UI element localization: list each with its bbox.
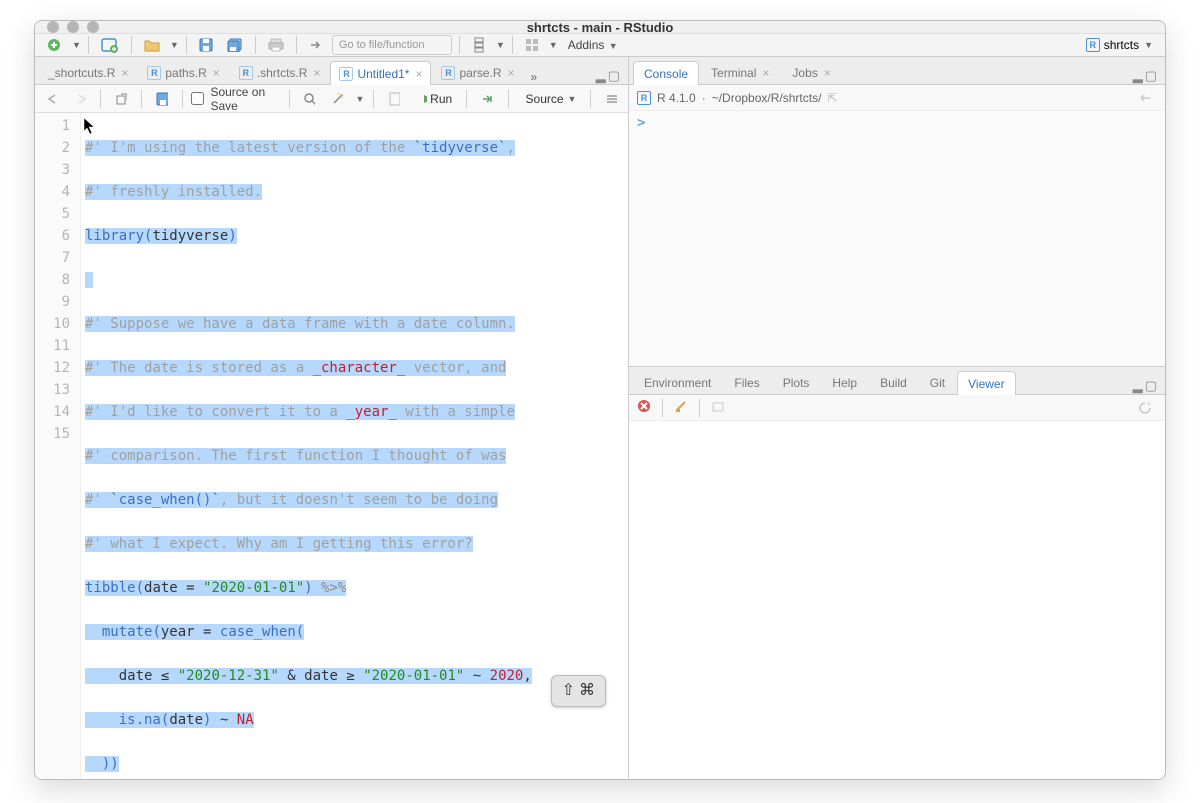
- titlebar: shrtcts - main - RStudio: [35, 21, 1165, 34]
- tab-files[interactable]: Files: [723, 370, 770, 394]
- source-on-save-checkbox[interactable]: [191, 92, 204, 105]
- tab-shrtcts[interactable]: R.shrtcts.R×: [230, 60, 330, 84]
- goto-arrow-icon: [304, 34, 328, 56]
- popout-icon[interactable]: ⇱: [827, 91, 837, 105]
- maximize-pane-icon[interactable]: ▢: [1145, 68, 1157, 84]
- gutter: 1 2 3 4 5 6 7 8 9 10 11 12 13 14 15: [35, 113, 81, 780]
- tab-untitled1[interactable]: RUntitled1*×: [330, 61, 431, 85]
- close-icon[interactable]: ×: [121, 66, 128, 80]
- goto-file-input[interactable]: Go to file/function: [332, 35, 452, 55]
- close-icon[interactable]: ×: [313, 66, 320, 80]
- minimize-pane-icon[interactable]: ▂: [1133, 68, 1143, 84]
- minimize-pane-icon[interactable]: ▂: [1133, 378, 1143, 394]
- main-toolbar: ▼ ▼ Go to file/function ▼: [35, 34, 1165, 57]
- tab-plots[interactable]: Plots: [772, 370, 821, 394]
- remove-viewer-icon[interactable]: [637, 399, 651, 416]
- viewer-body: [629, 421, 1165, 780]
- r-project-icon: R: [1086, 38, 1100, 52]
- working-dir[interactable]: ~/Dropbox/R/shrtcts/: [712, 91, 822, 105]
- open-file-button[interactable]: [139, 34, 165, 56]
- grid-caret[interactable]: ▼: [496, 40, 505, 50]
- console-pane: Console Terminal× Jobs× ▂ ▢ R R 4.1.0 · …: [629, 57, 1165, 367]
- wand-icon[interactable]: [326, 88, 348, 110]
- tab-viewer[interactable]: Viewer: [957, 371, 1015, 395]
- export-viewer-icon[interactable]: [711, 399, 725, 416]
- console-toolbar: R R 4.1.0 · ~/Dropbox/R/shrtcts/ ⇱: [629, 85, 1165, 111]
- back-icon[interactable]: [41, 88, 63, 110]
- source-button[interactable]: Source ▼: [518, 88, 581, 110]
- panes-button[interactable]: [520, 34, 544, 56]
- popout-icon[interactable]: [110, 88, 132, 110]
- tab-environment[interactable]: Environment: [633, 370, 722, 394]
- new-file-button[interactable]: [41, 34, 67, 56]
- clear-console-icon[interactable]: [1133, 87, 1157, 109]
- close-icon[interactable]: ×: [824, 66, 831, 80]
- tab-parse[interactable]: Rparse.R×: [432, 60, 523, 84]
- maximize-pane-icon[interactable]: ▢: [1145, 378, 1157, 394]
- tab-help[interactable]: Help: [821, 370, 868, 394]
- tab-build[interactable]: Build: [869, 370, 918, 394]
- keypress-overlay: ⇧ ⌘: [551, 675, 606, 707]
- more-tabs-icon[interactable]: »: [525, 70, 544, 84]
- right-column: Console Terminal× Jobs× ▂ ▢ R R 4.1.0 · …: [629, 57, 1165, 780]
- save-button[interactable]: [194, 34, 218, 56]
- notebook-icon[interactable]: [383, 88, 405, 110]
- r-file-icon: R: [441, 66, 455, 80]
- addins-menu[interactable]: Addins ▼: [562, 38, 624, 52]
- r-file-icon: R: [239, 66, 253, 80]
- r-file-icon: R: [147, 66, 161, 80]
- r-file-icon: R: [339, 67, 353, 81]
- console-tabs: Console Terminal× Jobs× ▂ ▢: [629, 57, 1165, 85]
- minimize-pane-icon[interactable]: ▂: [596, 68, 606, 84]
- rstudio-window: shrtcts - main - RStudio ▼ ▼ Go to: [34, 20, 1166, 780]
- source-pane: _shortcuts.R× Rpaths.R× R.shrtcts.R× RUn…: [35, 57, 629, 780]
- new-project-button[interactable]: [96, 34, 124, 56]
- open-recent-caret[interactable]: ▼: [170, 40, 179, 50]
- tab-terminal[interactable]: Terminal×: [700, 60, 780, 84]
- maximize-pane-icon[interactable]: ▢: [608, 68, 620, 84]
- outline-icon[interactable]: [600, 88, 622, 110]
- refresh-viewer-icon[interactable]: [1133, 397, 1157, 419]
- find-icon[interactable]: [298, 88, 320, 110]
- clear-viewer-icon[interactable]: [674, 399, 688, 416]
- file-tabs: _shortcuts.R× Rpaths.R× R.shrtcts.R× RUn…: [35, 57, 628, 85]
- console-body[interactable]: >: [629, 111, 1165, 366]
- run-button[interactable]: Run: [417, 88, 457, 110]
- mouse-cursor-icon: [83, 117, 97, 141]
- close-icon[interactable]: ×: [762, 66, 769, 80]
- code-body[interactable]: #' I'm using the latest version of the `…: [81, 113, 628, 780]
- panes-caret[interactable]: ▼: [549, 40, 558, 50]
- r-version: R 4.1.0: [657, 91, 696, 105]
- tab-shortcuts[interactable]: _shortcuts.R×: [39, 60, 137, 84]
- tab-git[interactable]: Git: [919, 370, 956, 394]
- console-prompt: >: [637, 115, 645, 131]
- new-file-caret[interactable]: ▼: [72, 40, 81, 50]
- viewer-pane: Environment Files Plots Help Build Git V…: [629, 367, 1165, 780]
- print-button[interactable]: [263, 34, 289, 56]
- source-on-save-label: Source on Save: [210, 85, 279, 113]
- project-menu[interactable]: R shrtcts ▼: [1080, 38, 1159, 52]
- viewer-toolbar: [629, 395, 1165, 421]
- close-icon[interactable]: ×: [508, 66, 515, 80]
- window-title: shrtcts - main - RStudio: [35, 20, 1165, 35]
- grid-button[interactable]: [467, 34, 491, 56]
- save-file-icon[interactable]: [151, 88, 173, 110]
- save-all-button[interactable]: [222, 34, 248, 56]
- r-logo-icon: R: [637, 91, 651, 105]
- forward-icon[interactable]: [69, 88, 91, 110]
- viewer-tabs: Environment Files Plots Help Build Git V…: [629, 367, 1165, 395]
- rerun-icon[interactable]: [476, 88, 499, 110]
- tab-console[interactable]: Console: [633, 61, 699, 85]
- editor-toolbar: Source on Save ▼ Run Source ▼: [35, 85, 628, 113]
- close-icon[interactable]: ×: [213, 66, 220, 80]
- pane-resize: ▂ ▢: [596, 68, 624, 84]
- code-editor[interactable]: 1 2 3 4 5 6 7 8 9 10 11 12 13 14 15 #' I…: [35, 113, 628, 780]
- project-name: shrtcts: [1104, 38, 1139, 52]
- tab-paths[interactable]: Rpaths.R×: [138, 60, 228, 84]
- tab-jobs[interactable]: Jobs×: [781, 60, 841, 84]
- close-icon[interactable]: ×: [415, 67, 422, 81]
